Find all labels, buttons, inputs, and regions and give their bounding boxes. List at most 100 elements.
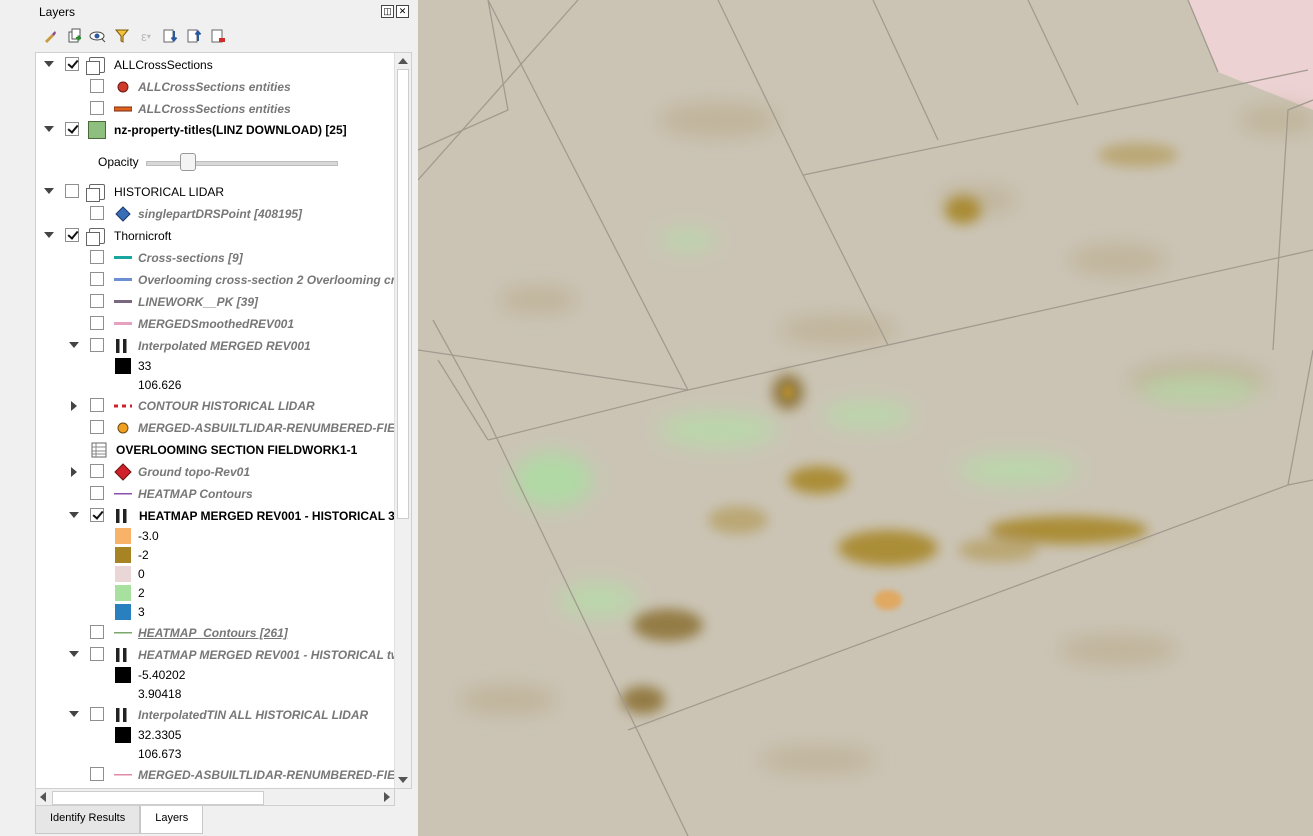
expand-arrow-icon[interactable]: [44, 188, 54, 194]
line-symbol-icon: [114, 766, 132, 784]
legend-label: -5.40202: [138, 668, 186, 682]
visibility-icon[interactable]: [89, 27, 107, 45]
filter-icon[interactable]: [113, 27, 131, 45]
scroll-thumb[interactable]: [52, 791, 264, 805]
layer-label: singlepartDRSPoint [408195]: [138, 207, 303, 221]
layer-checkbox[interactable]: [90, 625, 104, 639]
scroll-left-icon[interactable]: [40, 792, 46, 802]
collapse-all-icon[interactable]: [185, 27, 203, 45]
scroll-down-icon[interactable]: [398, 777, 408, 783]
raster-icon: [114, 646, 132, 664]
expand-arrow-icon[interactable]: [44, 126, 54, 132]
scroll-up-icon[interactable]: [398, 58, 408, 64]
layer-checkbox[interactable]: [90, 508, 104, 522]
layer-merged-asbuiltlidar-2[interactable]: MERGED-ASBUILTLIDAR-RENUMBERED-FIELI: [36, 765, 394, 785]
layer-checkbox[interactable]: [90, 294, 104, 308]
layer-cross-sections[interactable]: Cross-sections [9]: [36, 248, 394, 268]
expand-arrow-icon[interactable]: [69, 342, 79, 348]
layer-contour-historical-lidar[interactable]: CONTOUR HISTORICAL LIDAR: [36, 396, 394, 416]
opacity-slider-handle[interactable]: [180, 153, 196, 171]
layer-heatmap-merged-rev001[interactable]: HEATMAP MERGED REV001 - HISTORICAL 3: [36, 506, 394, 526]
legend-swatch: [115, 547, 131, 563]
layer-label: Interpolated MERGED REV001: [138, 339, 311, 353]
scroll-thumb[interactable]: [397, 69, 409, 519]
diamond-symbol-icon: [114, 463, 132, 481]
layer-checkbox[interactable]: [65, 228, 79, 242]
layer-label: CONTOUR HISTORICAL LIDAR: [138, 399, 315, 413]
float-icon[interactable]: ◫: [381, 5, 394, 18]
layer-allcrosssections-lines[interactable]: ALLCrossSections entities: [36, 99, 394, 119]
layer-checkbox[interactable]: [90, 316, 104, 330]
layer-allcrosssections-points[interactable]: ALLCrossSections entities: [36, 77, 394, 97]
legend-label: -3.0: [138, 529, 159, 543]
expand-arrow-icon[interactable]: [71, 467, 77, 477]
layer-checkbox[interactable]: [90, 398, 104, 412]
raster-icon: [114, 507, 132, 525]
layer-checkbox[interactable]: [90, 420, 104, 434]
layer-heatmap-contours-261[interactable]: HEATMAP_Contours [261]: [36, 623, 394, 643]
layer-checkbox[interactable]: [90, 250, 104, 264]
layer-label: ALLCrossSections: [114, 58, 213, 72]
layer-group-historical-lidar[interactable]: HISTORICAL LIDAR: [36, 182, 394, 202]
layer-checkbox[interactable]: [65, 184, 79, 198]
layer-heatmap-merged-tw[interactable]: HEATMAP MERGED REV001 - HISTORICAL tw: [36, 645, 394, 665]
expand-arrow-icon[interactable]: [44, 61, 54, 67]
layer-nz-property-titles[interactable]: nz-property-titles(LINZ DOWNLOAD) [25]: [36, 120, 394, 140]
vertical-scrollbar[interactable]: [394, 53, 411, 788]
layer-merged-asbuiltlidar[interactable]: MERGED-ASBUILTLIDAR-RENUMBERED-FIELI: [36, 418, 394, 438]
expand-arrow-icon[interactable]: [69, 512, 79, 518]
legend-swatch: [115, 358, 131, 374]
layer-ground-topo[interactable]: Ground topo-Rev01: [36, 462, 394, 482]
layer-checkbox[interactable]: [90, 79, 104, 93]
layer-checkbox[interactable]: [90, 206, 104, 220]
layer-checkbox[interactable]: [65, 57, 79, 71]
expression-filter-icon[interactable]: ε ▾: [137, 27, 155, 45]
layer-overlooming-cross-section-2[interactable]: Overlooming cross-section 2 Overlooming …: [36, 270, 394, 290]
layer-checkbox[interactable]: [90, 272, 104, 286]
layer-label: Overlooming cross-section 2 Overlooming …: [138, 273, 394, 287]
remove-layer-icon[interactable]: [209, 27, 227, 45]
tab-identify-results[interactable]: Identify Results: [35, 806, 141, 834]
layer-checkbox[interactable]: [90, 338, 104, 352]
legend-item: 106.673: [36, 744, 394, 764]
tab-layers[interactable]: Layers: [140, 806, 204, 834]
legend-label: 106.626: [138, 378, 182, 392]
horizontal-scrollbar[interactable]: [35, 788, 395, 806]
layer-overlooming-section-fieldwork[interactable]: OVERLOOMING SECTION FIELDWORK1-1: [36, 440, 394, 460]
add-group-icon[interactable]: [65, 27, 83, 45]
layer-checkbox[interactable]: [65, 122, 79, 136]
expand-arrow-icon[interactable]: [44, 232, 54, 238]
style-manager-icon[interactable]: [41, 27, 59, 45]
expand-arrow-icon[interactable]: [71, 401, 77, 411]
legend-item: -5.40202: [36, 665, 394, 685]
layer-mergedsmoothedrev001[interactable]: MERGEDSmoothedREV001: [36, 314, 394, 334]
close-icon[interactable]: ✕: [396, 5, 409, 18]
opacity-slider-track[interactable]: [146, 161, 338, 166]
layer-label: MERGED-ASBUILTLIDAR-RENUMBERED-FIELI: [138, 421, 394, 435]
panel-title: Layers: [39, 5, 76, 19]
layer-interpolatedtin[interactable]: InterpolatedTIN ALL HISTORICAL LIDAR: [36, 705, 394, 725]
layer-checkbox[interactable]: [90, 647, 104, 661]
layer-label: Thornicroft: [114, 229, 172, 243]
layer-checkbox[interactable]: [90, 486, 104, 500]
layer-checkbox[interactable]: [90, 767, 104, 781]
layer-group-allcrosssections[interactable]: ALLCrossSections: [36, 55, 394, 75]
layer-interpolated-merged-rev001[interactable]: Interpolated MERGED REV001: [36, 336, 394, 356]
expand-arrow-icon[interactable]: [69, 711, 79, 717]
expand-arrow-icon[interactable]: [69, 651, 79, 657]
scroll-right-icon[interactable]: [384, 792, 390, 802]
layer-checkbox[interactable]: [90, 464, 104, 478]
legend-label: 2: [138, 586, 145, 600]
layer-label: MERGED-ASBUILTLIDAR-RENUMBERED-FIELI: [138, 768, 394, 782]
layer-singlepartdrspoint[interactable]: singlepartDRSPoint [408195]: [36, 204, 394, 224]
layer-linework-pk[interactable]: LINEWORK__PK [39]: [36, 292, 394, 312]
legend-item: 106.626: [36, 375, 394, 395]
layer-checkbox[interactable]: [90, 707, 104, 721]
layer-group-thornicroft[interactable]: Thornicroft: [36, 226, 394, 246]
layer-checkbox[interactable]: [90, 101, 104, 115]
layer-heatmap-contours[interactable]: HEATMAP Contours: [36, 484, 394, 504]
legend-item: 3.90418: [36, 684, 394, 704]
map-canvas[interactable]: [418, 0, 1313, 836]
legend-label: 33: [138, 359, 152, 373]
expand-all-icon[interactable]: [161, 27, 179, 45]
